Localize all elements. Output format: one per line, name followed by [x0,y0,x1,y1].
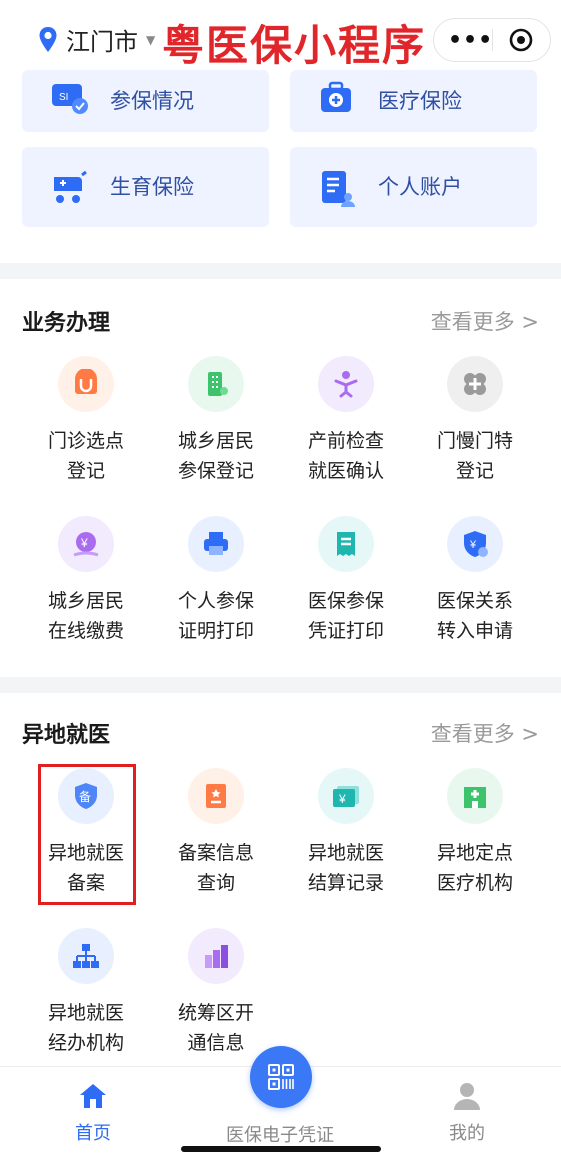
business-see-more-link[interactable]: 查看更多 > [431,306,539,336]
item-label-line1: 异地定点 [436,842,513,864]
more-menu-icon[interactable]: ••• [448,28,493,53]
card-label: 个人账户 [378,175,462,199]
item-label-line2: 证明打印 [177,620,254,642]
card-maternity-insurance[interactable]: 生育保险 [22,147,269,227]
item-label-line2: 经办机构 [47,1032,124,1054]
item-label-line1: 统筹区开 [177,1002,254,1024]
receipt-icon [318,516,374,572]
item-label-line1: 城乡居民 [47,590,124,612]
remote-item-record-query[interactable]: 备案信息 查询 [151,768,281,898]
item-label-line2: 凭证打印 [307,620,384,642]
business-item-outpatient-register[interactable]: 门诊选点 登记 [21,356,151,486]
remote-item-designated-hospitals[interactable]: 异地定点 医疗机构 [410,768,540,898]
item-label-line2: 查询 [196,872,235,894]
chevron-down-icon: ▼ [146,32,156,47]
remote-see-more-link[interactable]: 查看更多 > [431,718,539,748]
tab-e-voucher[interactable]: 医保电子凭证 [200,1121,360,1147]
printer-icon [188,516,244,572]
document-search-icon [188,768,244,824]
item-label-line2: 在线缴费 [47,620,124,642]
business-item-transfer-apply[interactable]: ¥ 医保关系转入申请 [410,516,540,646]
business-section-title: 业务办理 [22,311,111,336]
home-icon [80,1084,106,1108]
remote-item-agencies[interactable]: 异地就医 经办机构 [21,928,151,1058]
qr-code-icon [268,1064,294,1090]
item-label-line2: 参保登记 [177,460,254,482]
stroller-icon [54,170,87,203]
miniprogram-capsule: ••• [433,18,551,62]
svg-text:SI: SI [59,92,68,103]
remote-section-title: 异地就医 [22,723,111,748]
e-voucher-qr-button[interactable] [250,1046,312,1108]
card-label: 医疗保险 [378,89,462,113]
close-target-icon[interactable] [508,27,534,53]
medical-kit-icon [321,81,351,112]
item-label-line1: 城乡居民 [177,430,254,452]
medical-cross-icon [447,356,503,412]
tab-home[interactable]: 首页 [33,1081,153,1145]
tab-mine[interactable]: 我的 [407,1081,527,1145]
item-label-line2: 结算记录 [307,872,384,894]
business-item-resident-enroll[interactable]: 城乡居民 参保登记 [151,356,281,486]
home-indicator [181,1146,381,1152]
insurance-card-icon: SI [52,84,88,114]
item-label-line2: 通信息 [187,1032,245,1054]
hospital-register-icon [58,356,114,412]
tab-label: 我的 [449,1123,485,1144]
business-item-resident-pay[interactable]: ¥ 城乡居民在线缴费 [21,516,151,646]
tab-label: 首页 [75,1123,111,1144]
service-cards: SI 参保情况 医疗保险 生育保险 个人账户 [0,70,561,260]
item-label-line1: 门慢门特 [436,430,513,452]
item-label-line2: 登记 [455,460,494,482]
item-label-line1: 产前检查 [307,430,384,452]
item-label-line2: 医疗机构 [436,872,513,894]
card-medical-insurance[interactable]: 医疗保险 [290,70,537,132]
remote-item-settlement-records[interactable]: ¥ 异地就医结算记录 [281,768,411,898]
app-title: 粤医保小程序 [162,21,427,70]
business-item-prenatal-check[interactable]: 产前检查 就医确认 [281,356,411,486]
item-label-line1: 医保参保 [307,590,384,612]
account-doc-icon [322,171,355,207]
item-label-line1: 异地就医 [307,842,384,864]
item-label-line1: 医保关系 [436,590,513,612]
tab-label: 医保电子凭证 [226,1125,334,1146]
section-divider [0,263,561,279]
person-icon [318,356,374,412]
top-bar: 江门市 ▼ 粤医保小程序 ••• [0,0,561,80]
business-item-certificate-print[interactable]: 个人参保 证明打印 [151,516,281,646]
svg-text:¥: ¥ [338,792,346,806]
business-item-voucher-print[interactable]: 医保参保 凭证打印 [281,516,411,646]
yuan-card-icon: ¥ [318,768,374,824]
shield-yuan-icon: ¥ [447,516,503,572]
org-chart-icon [58,928,114,984]
card-label: 生育保险 [110,175,194,199]
hospital-icon [447,768,503,824]
location-pin-icon [39,26,57,52]
svg-text:¥: ¥ [469,539,477,551]
item-label-line2: 登记 [66,460,105,482]
city-selector[interactable]: 江门市 ▼ [38,22,155,57]
yuan-coin-icon: ¥ [58,516,114,572]
annotation-highlight-box [38,764,136,905]
city-name: 江门市 [66,28,138,56]
item-label-line1: 个人参保 [177,590,254,612]
item-label-line2: 就医确认 [307,460,384,482]
business-item-chronic-register[interactable]: 门慢门特 登记 [410,356,540,486]
bar-building-icon [188,928,244,984]
card-label: 参保情况 [110,89,194,113]
capsule-divider [492,29,493,51]
card-personal-account[interactable]: 个人账户 [290,147,537,227]
user-icon [454,1083,480,1110]
svg-text:¥: ¥ [80,536,88,550]
building-icon [188,356,244,412]
item-label-line1: 异地就医 [47,1002,124,1024]
card-insurance-status[interactable]: SI 参保情况 [22,70,269,132]
remote-item-coordination-areas[interactable]: 统筹区开 通信息 [151,928,281,1058]
item-label-line1: 门诊选点 [47,430,124,452]
section-divider [0,677,561,693]
item-label-line1: 备案信息 [177,842,254,864]
item-label-line2: 转入申请 [436,620,513,642]
